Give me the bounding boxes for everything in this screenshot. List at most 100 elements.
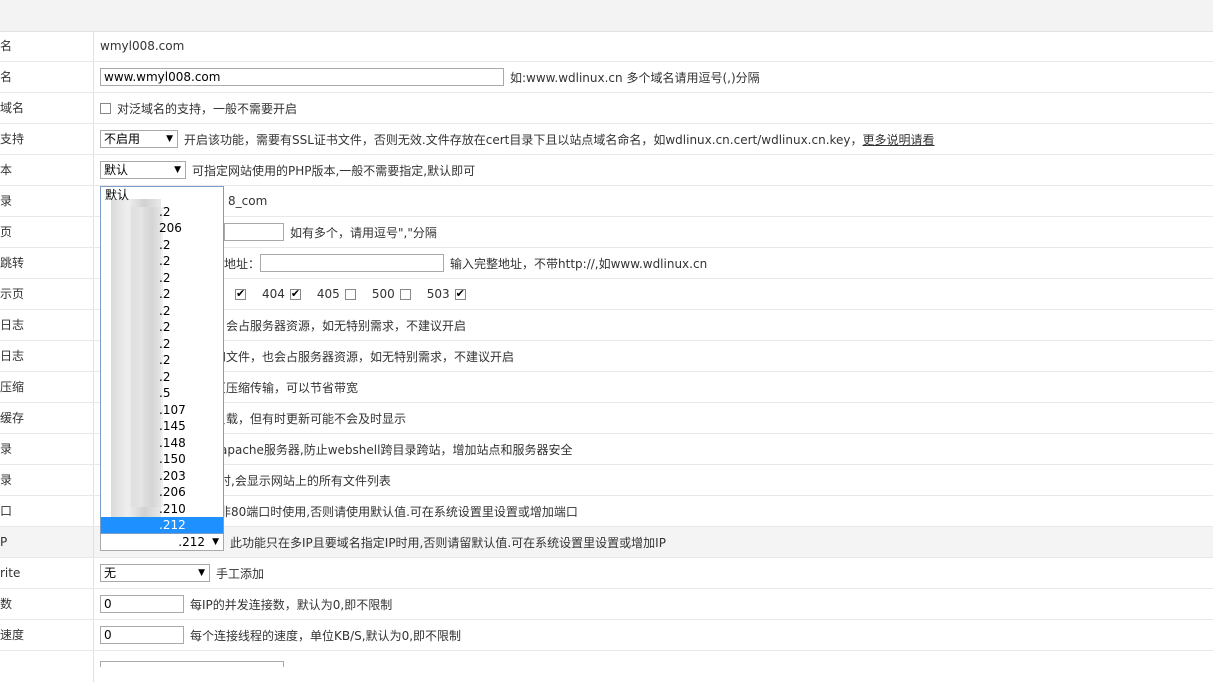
chevron-down-icon: ▼ xyxy=(166,134,173,144)
row-label: rite xyxy=(0,558,94,588)
rewrite-select[interactable]: 无 ▼ xyxy=(100,564,210,582)
row-label: 口 xyxy=(0,496,94,526)
row-label: 压缩 xyxy=(0,372,94,402)
speed-hint: 每个连接线程的速度，单位KB/S,默认为0,即不限制 xyxy=(190,628,462,643)
speed-input[interactable] xyxy=(100,626,184,644)
cross-dir-hint: apache服务器,防止webshell跨目录跨站，增加站点和服务器安全 xyxy=(220,442,573,457)
dropdown-option-text: .206 xyxy=(159,485,186,499)
dropdown-option[interactable]: .210 xyxy=(101,501,223,518)
wildcard-checkbox[interactable] xyxy=(100,102,111,114)
dropdown-option[interactable]: .148 xyxy=(101,435,223,452)
dropdown-option-text: .203 xyxy=(159,468,186,483)
error-405-checkbox[interactable] xyxy=(344,288,356,300)
dropdown-option-text: .2 xyxy=(159,353,171,367)
domains-input[interactable] xyxy=(100,68,504,86)
row-label: 支持 xyxy=(0,124,94,154)
dropdown-option[interactable]: .150 xyxy=(101,451,223,468)
default-page-hint: 如有多个，请用逗号","分隔 xyxy=(290,225,437,240)
row-bound-domains: 名 如:www.wdlinux.cn 多个域名请用逗号(,)分隔 xyxy=(0,62,1213,93)
dropdown-option-text: .2 xyxy=(159,336,171,351)
row-label: 名 xyxy=(0,31,94,61)
row-label: 本 xyxy=(0,155,94,185)
dropdown-option-text: .212 xyxy=(159,518,186,532)
row-label: 域名 xyxy=(0,93,94,123)
top-bar xyxy=(0,0,1213,32)
dropdown-option[interactable]: .2 xyxy=(101,253,223,270)
dropdown-option[interactable]: .206 xyxy=(101,484,223,501)
ssl-select-value: 不启用 xyxy=(104,132,141,146)
dropdown-option-text: .2 xyxy=(159,303,171,318)
ip-dropdown-list[interactable]: 默认 .2 206.2.2.2.2.2.2.2.2.2.5.107.145.148.… xyxy=(100,186,224,534)
dropdown-option-text: .150 xyxy=(159,452,186,466)
rewrite-hint: 手工添加 xyxy=(216,566,265,581)
php-version-hint: 可指定网站使用的PHP版本,一般不需要指定,默认即可 xyxy=(192,163,476,178)
dropdown-option-text: .148 xyxy=(159,435,186,450)
connections-hint: 每IP的并发连接数，默认为0,即不限制 xyxy=(190,597,393,612)
dropdown-option[interactable]: 206 xyxy=(101,220,223,237)
chevron-down-icon: ▼ xyxy=(198,568,205,578)
dropdown-option-text: .2 xyxy=(159,270,171,285)
dropdown-option[interactable]: .2 xyxy=(101,286,223,303)
dropdown-option[interactable]: .212 xyxy=(101,517,223,533)
dropdown-option[interactable]: .2 xyxy=(101,336,223,353)
connections-input[interactable] xyxy=(100,595,184,613)
chevron-down-icon: ▼ xyxy=(212,537,219,547)
default-page-input[interactable] xyxy=(224,223,284,241)
row-site-name: 名 wmyl008.com xyxy=(0,31,1213,62)
dropdown-option-text: .2 xyxy=(159,369,171,384)
wildcard-hint: 对泛域名的支持，一般不需要开启 xyxy=(117,101,298,116)
dropdown-option[interactable]: .215 xyxy=(101,534,223,535)
error-500-checkbox[interactable] xyxy=(399,288,411,300)
row-partial xyxy=(0,651,1213,682)
dropdown-option[interactable]: .145 xyxy=(101,418,223,435)
dropdown-option[interactable]: .2 xyxy=(101,270,223,287)
redirect-url-input[interactable] xyxy=(260,254,445,272)
rewrite-select-value: 无 xyxy=(104,566,117,580)
cache-hint: 器负载，但有时更新可能不会及时显示 xyxy=(202,411,407,426)
more-info-link[interactable]: 更多说明请看 xyxy=(863,131,935,148)
error-code-500: 500 xyxy=(371,287,395,301)
error-code-404: 404 xyxy=(262,287,285,301)
site-name-value: wmyl008.com xyxy=(100,39,185,53)
row-label: 录 xyxy=(0,434,94,464)
php-version-select[interactable]: 默认 ▼ xyxy=(100,161,186,179)
dropdown-option[interactable]: .107 xyxy=(101,402,223,419)
dropdown-option-text: .107 xyxy=(159,402,186,417)
error-code-503: 503 xyxy=(426,287,450,301)
chevron-down-icon: ▼ xyxy=(174,165,181,175)
row-label: 录 xyxy=(0,186,94,216)
dropdown-option[interactable]: .2 xyxy=(101,303,223,320)
error-log-hint: 志和文件，也会占服务器资源，如无特别需求，不建议开启 xyxy=(202,349,515,364)
port-hint: 用非80端口时使用,否则请使用默认值.可在系统设置里设置或增加端口 xyxy=(207,504,578,519)
row-label: 名 xyxy=(0,62,94,92)
ssl-select[interactable]: 不启用 ▼ xyxy=(100,130,178,148)
dropdown-option[interactable]: .203 xyxy=(101,468,223,485)
dropdown-option[interactable]: .2 xyxy=(101,369,223,386)
dropdown-option[interactable]: .2 xyxy=(101,352,223,369)
partial-input[interactable] xyxy=(100,661,284,667)
dropdown-option[interactable]: .2 xyxy=(101,204,223,221)
dropdown-option-text: .2 xyxy=(159,254,171,268)
dropdown-option-text: .2 xyxy=(159,320,171,334)
redirect-prefix: 地址： xyxy=(224,256,261,271)
redirect-hint: 输入完整地址，不带http://,如www.wdlinux.cn xyxy=(450,256,708,271)
ip-select[interactable]: .212 ▼ xyxy=(100,533,224,551)
error-403-checkbox[interactable] xyxy=(235,287,246,300)
dropdown-option[interactable]: .2 xyxy=(101,237,223,254)
row-label: 数 xyxy=(0,589,94,619)
error-503-checkbox[interactable] xyxy=(454,287,466,300)
dropdown-option-text: .210 xyxy=(159,501,186,516)
row-label: 示页 xyxy=(0,279,94,309)
row-connections: 数 每IP的并发连接数，默认为0,即不限制 xyxy=(0,589,1213,620)
dropdown-option-text: 206 xyxy=(159,221,182,235)
row-wildcard: 域名 对泛域名的支持，一般不需要开启 xyxy=(0,93,1213,124)
row-label: 日志 xyxy=(0,341,94,371)
dropdown-option[interactable]: .5 xyxy=(101,385,223,402)
dropdown-option-text: .2 xyxy=(159,237,171,252)
domains-hint: 如:www.wdlinux.cn 多个域名请用逗号(,)分隔 xyxy=(510,70,760,85)
dropdown-option[interactable]: .2 xyxy=(101,319,223,336)
row-php-version: 本 默认 ▼ 可指定网站使用的PHP版本,一般不需要指定,默认即可 xyxy=(0,155,1213,186)
error-404-checkbox[interactable] xyxy=(289,287,301,300)
dropdown-option[interactable]: 默认 xyxy=(101,187,223,204)
row-label: 页 xyxy=(0,217,94,247)
